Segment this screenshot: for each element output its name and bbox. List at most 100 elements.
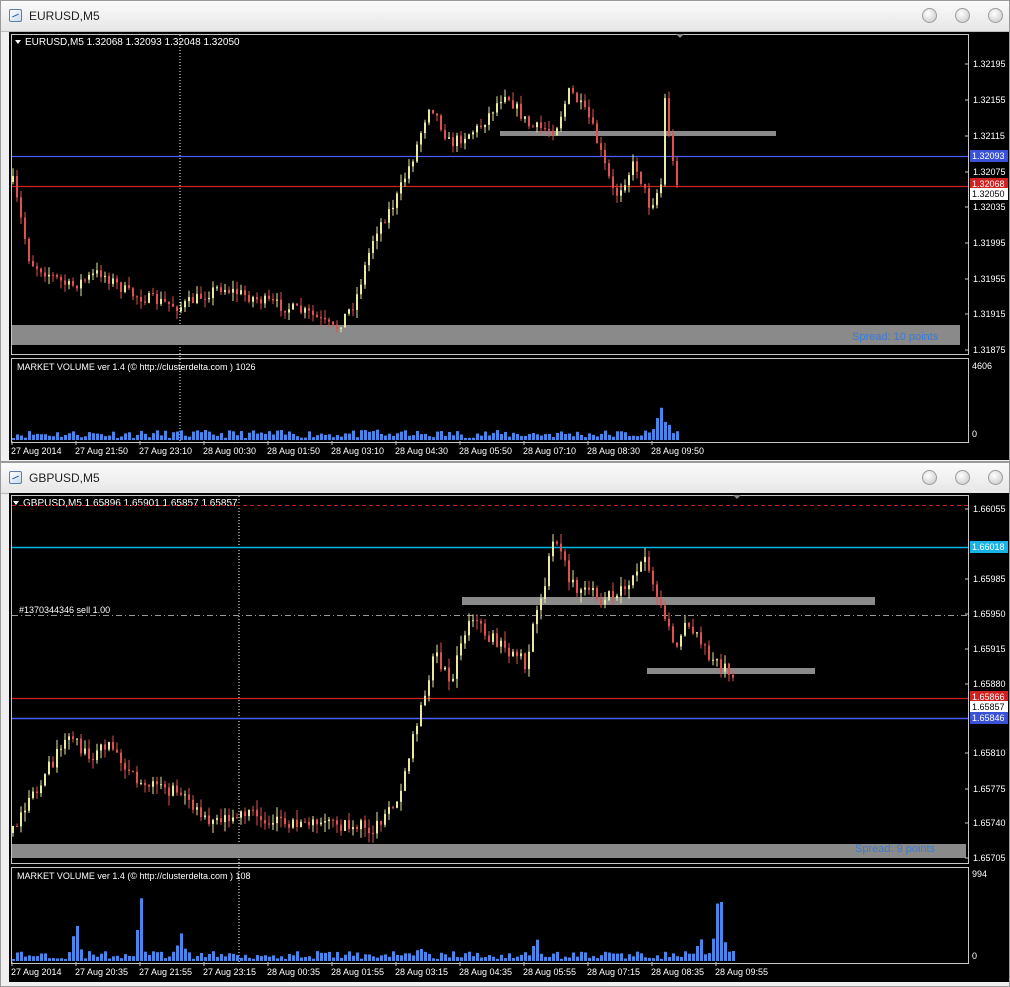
price-marker-label: 1.65866: [972, 692, 1005, 702]
candle-body: [436, 113, 438, 116]
candle-body: [344, 820, 346, 831]
gbpusd-chart-area[interactable]: GBPUSD,M5 1.65896 1.65901 1.65857 1.6585…: [9, 493, 1009, 982]
volume-bar: [568, 433, 571, 440]
price-tick-label: 1.65775: [973, 784, 1006, 794]
volume-bar: [572, 952, 575, 961]
candle-body: [508, 647, 510, 657]
gbpusd-price-chart[interactable]: GBPUSD,M5 1.65896 1.65901 1.65857 1.6585…: [9, 493, 1009, 982]
volume-bar: [400, 431, 403, 440]
volume-bar: [648, 432, 651, 440]
volume-bar: [268, 431, 271, 440]
candle-body: [708, 645, 710, 660]
eurusd-titlebar[interactable]: EURUSD,M5: [1, 1, 1009, 32]
candle-body: [256, 809, 258, 817]
candle-body: [240, 290, 242, 295]
volume-bar: [68, 433, 71, 440]
candle-body: [80, 738, 82, 754]
volume-bar: [376, 957, 379, 961]
candle-body: [336, 324, 338, 329]
gbpusd-window-title: GBPUSD,M5: [29, 471, 100, 485]
price-tick-label: 1.32155: [973, 95, 1006, 105]
volume-bar: [480, 957, 483, 961]
candle-body: [516, 651, 518, 657]
candle-body: [644, 556, 646, 563]
candle-body: [580, 100, 582, 103]
candle-body: [120, 752, 122, 764]
volume-bar: [628, 954, 631, 961]
volume-bar: [332, 957, 335, 961]
volume-bar: [340, 436, 343, 440]
candle-body: [496, 103, 498, 113]
candle-body: [352, 309, 354, 311]
candle-body: [660, 184, 662, 194]
volume-bar: [388, 433, 391, 440]
candle-body: [476, 125, 478, 133]
volume-bar: [184, 948, 187, 961]
candle-body: [180, 307, 182, 312]
volume-bar: [224, 437, 227, 440]
candle-body: [296, 819, 298, 827]
gbpusd-spread-zone: [12, 844, 966, 858]
minimize-button[interactable]: [922, 470, 937, 485]
volume-bar: [276, 958, 279, 961]
volume-bar: [140, 430, 143, 440]
candle-body: [608, 591, 610, 600]
candle-body: [604, 599, 606, 605]
volume-bar: [732, 951, 735, 961]
candle-body: [324, 317, 326, 320]
volume-bar: [512, 957, 515, 961]
candle-body: [452, 137, 454, 147]
candle-body: [448, 137, 450, 139]
maximize-button[interactable]: [955, 470, 970, 485]
volume-bar: [388, 956, 391, 961]
volume-bar: [264, 955, 267, 961]
volume-bar: [532, 945, 535, 961]
candle-body: [712, 659, 714, 661]
candle-body: [164, 298, 166, 302]
candle-body: [196, 293, 198, 304]
minimize-button[interactable]: [922, 8, 937, 23]
gbpusd-titlebar[interactable]: GBPUSD,M5: [1, 463, 1009, 494]
volume-bar: [700, 939, 703, 961]
gbpusd-resistance-zone[interactable]: [462, 597, 875, 605]
eurusd-chart-area[interactable]: EURUSD,M5 1.32068 1.32093 1.32048 1.3205…: [9, 32, 1009, 460]
volume-bar: [460, 434, 463, 440]
candle-body: [152, 781, 154, 787]
candle-body: [284, 818, 286, 825]
candle-body: [432, 656, 434, 681]
volume-bar: [240, 431, 243, 440]
candle-body: [56, 274, 58, 277]
volume-bar: [604, 430, 607, 440]
candle-body: [732, 674, 734, 678]
volume-bar: [456, 957, 459, 961]
candle-body: [628, 175, 630, 186]
candle-body: [336, 820, 338, 825]
volume-bar: [48, 435, 51, 440]
gbpusd-support-zone[interactable]: [647, 668, 815, 674]
eurusd-price-chart[interactable]: EURUSD,M5 1.32068 1.32093 1.32048 1.3205…: [9, 32, 1009, 460]
volume-bar: [708, 953, 711, 961]
volume-bar: [476, 433, 479, 440]
volume-bar: [24, 956, 27, 961]
volume-bar: [372, 431, 375, 440]
price-tick-label: 1.31915: [973, 309, 1006, 319]
volume-bar: [580, 951, 583, 961]
candle-body: [564, 551, 566, 561]
volume-bar: [464, 953, 467, 961]
volume-bar: [504, 958, 507, 961]
candle-body: [492, 112, 494, 114]
close-button[interactable]: [988, 8, 1003, 23]
candle-body: [392, 807, 394, 809]
volume-bar: [308, 956, 311, 961]
candle-body: [596, 123, 598, 144]
candle-body: [380, 222, 382, 234]
candle-body: [408, 758, 410, 772]
volume-bar: [428, 953, 431, 961]
volume-bar: [508, 953, 511, 961]
close-button[interactable]: [988, 470, 1003, 485]
candle-body: [280, 299, 282, 311]
maximize-button[interactable]: [955, 8, 970, 23]
volume-bar: [196, 956, 199, 961]
volume-bar: [92, 433, 95, 440]
candle-body: [40, 785, 42, 794]
